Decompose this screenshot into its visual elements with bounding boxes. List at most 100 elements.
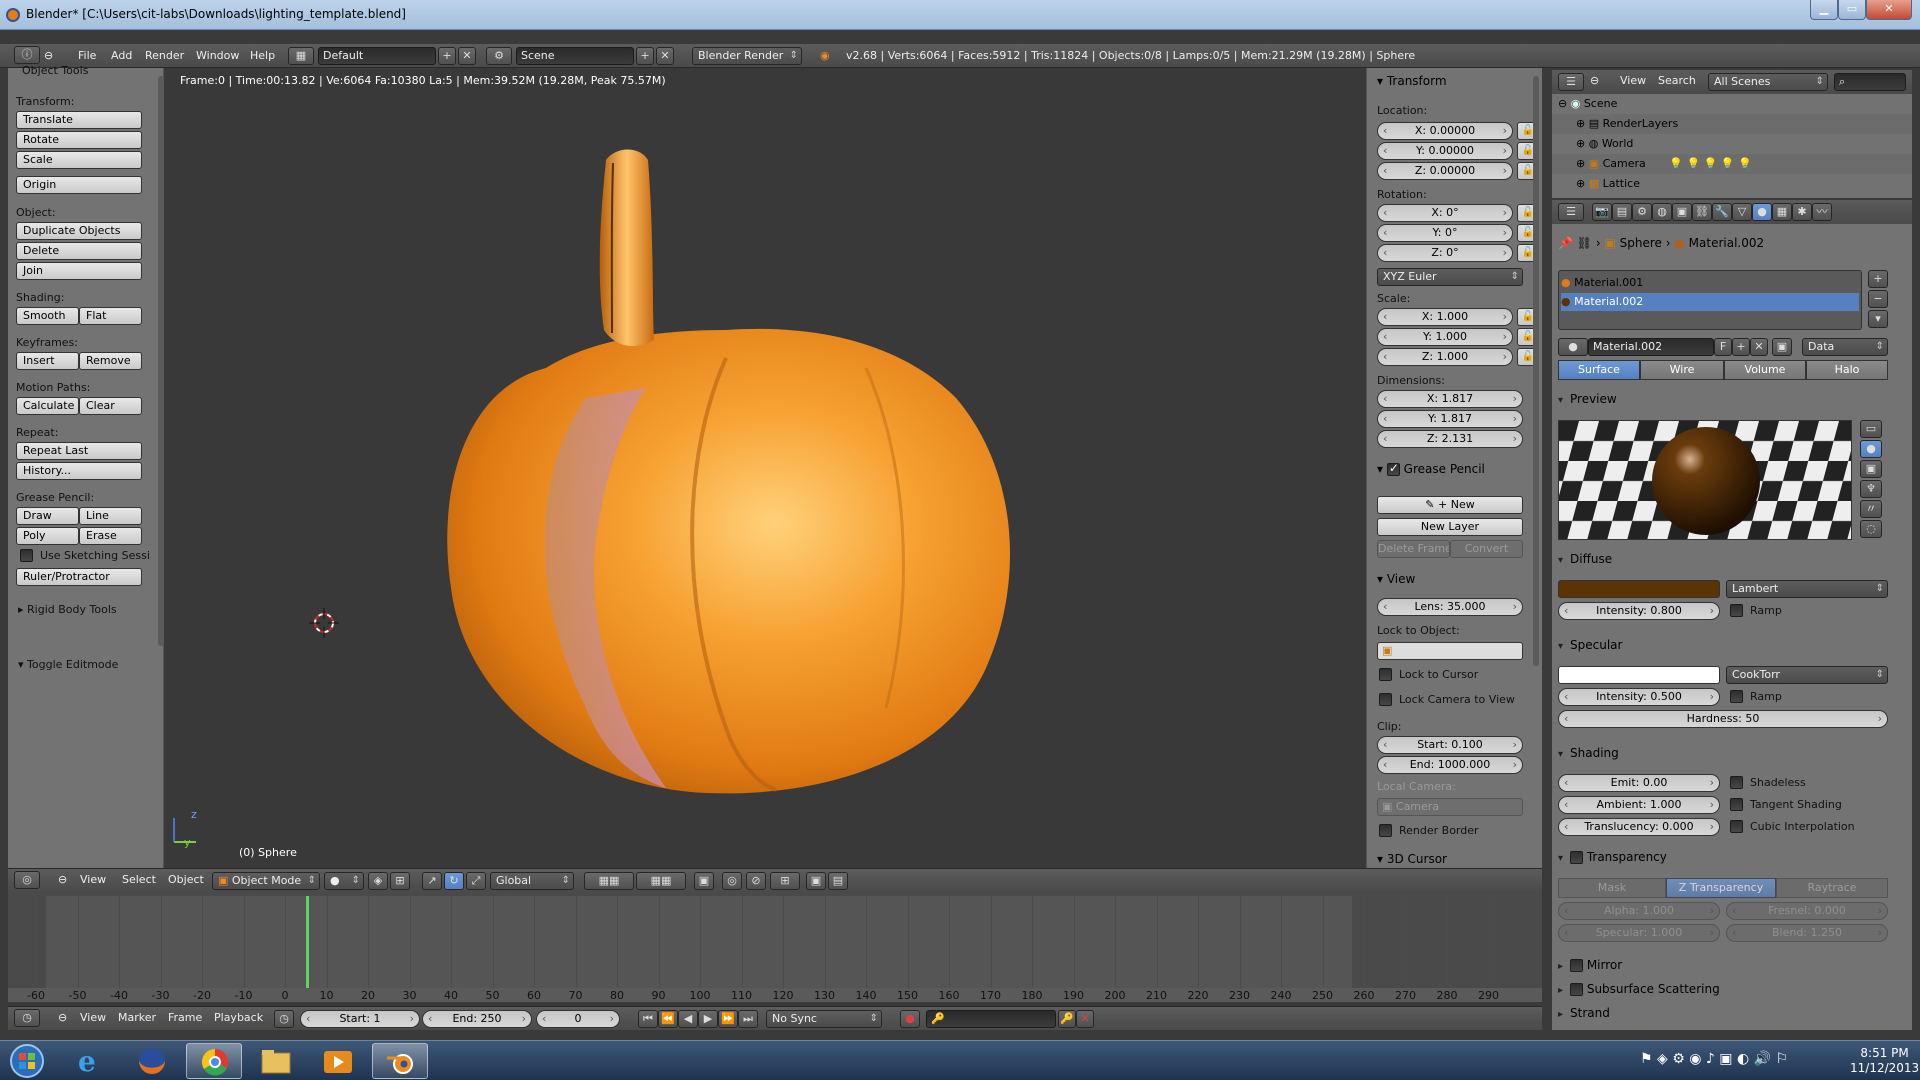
tab-wire[interactable]: Wire [1640, 360, 1724, 380]
rotation-x-field[interactable]: X: 0° [1377, 204, 1513, 222]
scene-icon[interactable]: ⚙ [486, 47, 512, 65]
unlink-material-icon[interactable]: ✕ [1750, 338, 1768, 356]
ambient-field[interactable]: Ambient: 1.000 [1558, 796, 1720, 814]
lock-to-cursor-checkbox[interactable] [1379, 668, 1392, 681]
scale-button[interactable]: Scale [16, 151, 142, 169]
alpha-field[interactable]: Alpha: 1.000 [1558, 902, 1720, 920]
origin-button[interactable]: Origin [16, 176, 142, 194]
blend-field[interactable]: Blend: 1.250 [1726, 924, 1888, 942]
tab-volume[interactable]: Volume [1724, 360, 1806, 380]
current-frame-field[interactable]: 0 [536, 1010, 620, 1028]
layers-grid-2-icon[interactable]: ▦▦ [636, 872, 686, 890]
diffuse-header[interactable]: ▾ Diffuse [1558, 552, 1612, 566]
rotation-y-field[interactable]: Y: 0° [1377, 224, 1513, 242]
menu-select[interactable]: Select [122, 873, 156, 886]
lock-object-field[interactable]: ▣ [1377, 642, 1523, 660]
diffuse-shader-dropdown[interactable]: Lambert [1726, 580, 1888, 598]
timeline-editor[interactable]: -60 -50 -40 -30 -20 -10 0 10 20 30 40 50 60 70 80 90 100… [8, 892, 1542, 1002]
3d-cursor-panel-header[interactable]: ▾ 3D Cursor [1377, 852, 1447, 866]
render-border-checkbox[interactable] [1379, 824, 1392, 837]
history-button[interactable]: History... [16, 462, 142, 480]
menu-search[interactable]: Search [1658, 74, 1696, 87]
menu-marker[interactable]: Marker [118, 1011, 156, 1024]
firefox-icon[interactable] [124, 1043, 180, 1079]
specular-color-swatch[interactable] [1558, 666, 1720, 684]
render-engine-dropdown[interactable]: Blender Render [692, 47, 802, 65]
snap-element-icon[interactable]: ⊞ [770, 872, 800, 890]
insert-key-icon[interactable]: 🔑 [1058, 1010, 1076, 1028]
draw-button[interactable]: Draw [16, 507, 79, 525]
render-preview-icon[interactable]: ▣ [806, 872, 826, 890]
scale-z-field[interactable]: Z: 1.000 [1377, 348, 1513, 366]
grease-pencil-checkbox[interactable] [1386, 461, 1400, 476]
proportional-edit-icon[interactable]: ◎ [722, 872, 742, 890]
object-mode-dropdown[interactable]: ▣ Object Mode [212, 872, 320, 890]
sss-header[interactable]: ▸ Subsurface Scattering [1558, 982, 1720, 996]
diffuse-intensity-slider[interactable]: Intensity: 0.800 [1558, 602, 1720, 620]
delete-button[interactable]: Delete [16, 242, 142, 260]
media-player-icon[interactable] [310, 1043, 366, 1079]
ruler-protractor-button[interactable]: Ruler/Protractor [16, 568, 142, 586]
clip-start-field[interactable]: Start: 0.100 [1377, 736, 1523, 754]
menu-view[interactable]: View [80, 873, 106, 886]
layers-grid-icon[interactable]: ▦▦ [584, 872, 634, 890]
layer-lock-icon[interactable]: ▣ [694, 872, 714, 890]
remove-screen-icon[interactable]: ✕ [458, 47, 476, 65]
transparency-header[interactable]: ▾ Transparency [1558, 850, 1667, 864]
menu-add[interactable]: Add [111, 47, 132, 65]
repeat-last-button[interactable]: Repeat Last [16, 442, 142, 460]
duplicate-objects-button[interactable]: Duplicate Objects [16, 222, 142, 240]
calculate-button[interactable]: Calculate [16, 397, 79, 415]
material-slot-active[interactable]: ● Material.002 [1561, 293, 1859, 311]
add-screen-icon[interactable]: + [438, 47, 456, 65]
translate-button[interactable]: Translate [16, 111, 142, 129]
outliner-row-renderlayers[interactable]: ⊕ ▤ RenderLayers [1552, 114, 1912, 134]
outliner-search-input[interactable]: ⌕ [1834, 73, 1906, 91]
tangent-shading-checkbox[interactable] [1730, 798, 1743, 811]
convert-button[interactable]: Convert [1450, 540, 1523, 558]
flat-button[interactable]: Flat [79, 307, 142, 325]
rotation-mode-dropdown[interactable]: XYZ Euler [1377, 268, 1523, 286]
snap-toggle-icon[interactable]: ⊘ [746, 872, 766, 890]
menu-view[interactable]: View [1620, 74, 1646, 87]
lens-field[interactable]: Lens: 35.000 [1377, 598, 1523, 616]
3d-viewport[interactable]: Frame:0 | Time:00:13.82 | Ve:6064 Fa:103… [166, 68, 1366, 868]
editor-type-icon[interactable]: ☰ [1558, 73, 1584, 91]
scale-manipulator-icon[interactable]: ⤢ [466, 872, 486, 890]
particles-tab-icon[interactable]: ✱ [1792, 203, 1812, 221]
sync-mode-dropdown[interactable]: No Sync [766, 1010, 882, 1028]
strand-header[interactable]: ▸ Strand [1558, 1006, 1610, 1020]
node-material-icon[interactable]: ▣ [1772, 338, 1792, 356]
material-name-field[interactable]: Material.002 [1588, 338, 1714, 356]
tab-mask[interactable]: Mask [1558, 878, 1666, 898]
poly-button[interactable]: Poly [16, 527, 79, 545]
manipulator-toggle-icon[interactable]: ⊞ [390, 872, 410, 890]
world-tab-icon[interactable]: ◍ [1652, 203, 1672, 221]
close-button[interactable]: ✕ [1866, 0, 1912, 20]
toggle-editmode-header[interactable]: ▾ Toggle Editmode [18, 658, 118, 671]
collapse-menu-icon[interactable]: ⊖ [58, 873, 67, 886]
file-explorer-icon[interactable] [248, 1043, 304, 1079]
preview-cube-icon[interactable]: ▣ [1860, 460, 1882, 478]
shading-mode-dropdown[interactable]: ● [324, 872, 364, 890]
sidebar-scrollbar[interactable] [1533, 76, 1539, 666]
tab-halo[interactable]: Halo [1806, 360, 1888, 380]
transform-panel-header[interactable]: ▾ Transform [1377, 74, 1447, 88]
start-frame-field[interactable]: Start: 1 [300, 1010, 420, 1028]
preview-flat-icon[interactable]: ▭ [1860, 420, 1882, 438]
scene-field[interactable]: Scene [516, 47, 634, 65]
emit-field[interactable]: Emit: 0.00 [1558, 774, 1720, 792]
dimension-z-field[interactable]: Z: 2.131 [1377, 430, 1523, 448]
specular-transparency-field[interactable]: Specular: 1.000 [1558, 924, 1720, 942]
remove-scene-icon[interactable]: ✕ [656, 47, 674, 65]
preview-monkey-icon[interactable]: ♆ [1860, 480, 1882, 498]
delete-key-icon[interactable]: ✕ [1076, 1010, 1094, 1028]
editor-type-icon[interactable]: ⓘ [14, 46, 40, 64]
rotate-button[interactable]: Rotate [16, 131, 142, 149]
menu-help[interactable]: Help [250, 47, 275, 65]
maximize-button[interactable]: ▭ [1838, 0, 1866, 20]
menu-frame[interactable]: Frame [168, 1011, 202, 1024]
specular-ramp-checkbox[interactable] [1730, 690, 1743, 703]
display-mode-dropdown[interactable]: All Scenes [1708, 73, 1828, 91]
blender-taskbar-icon[interactable] [372, 1043, 428, 1079]
